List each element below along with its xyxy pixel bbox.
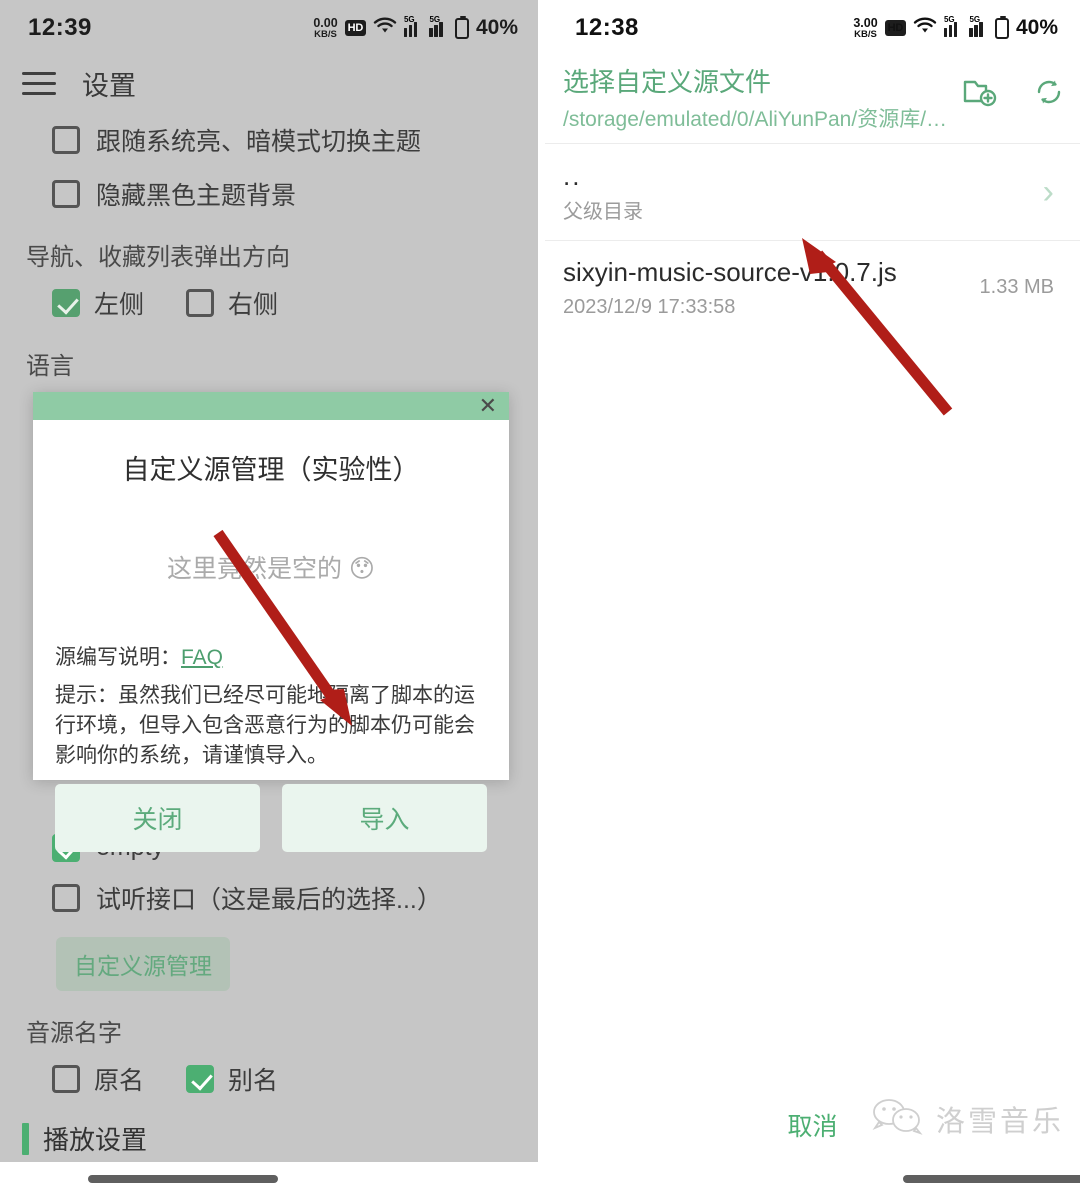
file-item-text: sixyin-music-source-v1.0.7.js 2023/12/9 … [563,257,980,319]
new-folder-icon[interactable] [963,77,997,112]
checkbox-checked[interactable] [52,289,80,317]
battery-icon [454,15,469,39]
custom-source-manage-button[interactable]: 自定义源管理 [56,937,230,991]
checkbox-unchecked[interactable] [52,1065,80,1093]
checkbox-unchecked[interactable] [52,884,80,912]
signal-2-network-type: 5G [429,14,441,24]
file-picker-actions [963,62,1080,113]
file-picker-path: /storage/emulated/0/AliYunPan/资源库/洛雪… [563,108,963,131]
signal-icon-1: 5G [943,15,963,37]
signal-icon-2: 5G [969,15,988,37]
option-original-name[interactable]: 原名 [52,1061,144,1097]
left-app-bar: 设置 [0,56,538,113]
dialog-faq-label: 源编写说明： [55,646,181,669]
option-label: 右侧 [228,291,279,319]
watermark-text: 洛雪音乐 [935,1105,1064,1138]
dialog-warning-note: 提示：虽然我们已经尽可能地隔离了脚本的运行环境，但导入包含恶意行为的脚本仍可能会… [55,684,475,767]
file-item-text: .. 父级目录 [563,160,1043,224]
dialog-close-button[interactable]: 关闭 [55,784,260,853]
group-header-language: 语言 [26,353,74,380]
section-accent-bar [22,1122,29,1155]
status-icons: 3.00 KB/S HD 5G 5G 40% [853,15,1058,40]
signal-icon-2: 5G [429,15,448,37]
checkbox-unchecked[interactable] [52,126,80,154]
file-item-name: sixyin-music-source-v1.0.7.js [563,256,897,287]
faq-link[interactable]: FAQ [181,646,223,669]
network-speed-indicator: 0.00 KB/S [313,17,337,39]
setting-label: 跟随系统亮、暗模式切换主题 [96,128,422,156]
setting-row-preview-api[interactable]: 试听接口（这是最后的选择...） [0,871,538,925]
wechat-icon [870,1096,926,1141]
dialog-faq-line: 源编写说明：FAQ [33,585,509,671]
checkbox-unchecked[interactable] [186,289,215,317]
file-picker-header-text: 选择自定义源文件 /storage/emulated/0/AliYunPan/资… [563,62,963,133]
left-status-bar: 12:39 0.00 KB/S HD 5G 5G 40% [0,0,538,56]
network-speed-value: 0.00 [313,16,338,30]
option-nav-right[interactable]: 右侧 [186,285,278,321]
network-speed-indicator: 3.00 KB/S [853,17,877,39]
network-speed-unit: KB/S [854,28,877,40]
left-phone-settings-screen: 12:39 0.00 KB/S HD 5G 5G 40% 设置 跟随系统亮、暗模… [0,0,538,1162]
file-item-name: .. [563,161,582,191]
list-item[interactable]: sixyin-music-source-v1.0.7.js 2023/12/9 … [545,241,1080,335]
option-label: 原名 [94,1067,145,1095]
hd-icon: HD [344,20,366,36]
option-alias-name[interactable]: 别名 [186,1061,278,1097]
wifi-icon [373,16,397,40]
option-label: 别名 [228,1067,279,1095]
screenshot-root: 12:39 0.00 KB/S HD 5G 5G 40% 设置 跟随系统亮、暗模… [0,0,1080,1199]
network-speed-value: 3.00 [853,16,878,30]
right-gesture-nav-bar[interactable] [903,1175,1080,1183]
refresh-icon[interactable] [1033,76,1065,113]
setting-row-source-name: 原名 别名 [0,1052,538,1106]
dialog-title-bar: ✕ [33,392,509,420]
setting-row-follow-system-theme[interactable]: 跟随系统亮、暗模式切换主题 [0,113,538,167]
option-nav-left[interactable]: 左侧 [52,285,144,321]
left-gesture-nav-bar[interactable] [88,1175,278,1183]
section-title: 播放设置 [43,1125,148,1155]
list-item[interactable]: .. 父级目录 › [545,144,1080,240]
file-item-subtitle: 2023/12/9 17:33:58 [563,295,736,318]
right-status-bar: 12:38 3.00 KB/S HD 5G 5G 40% [545,0,1080,56]
network-speed-unit: KB/S [314,28,337,40]
setting-row-hide-black-theme-bg[interactable]: 隐藏黑色主题背景 [0,167,538,221]
custom-source-dialog: ✕ 自定义源管理（实验性） 这里竟然是空的 😯 源编写说明：FAQ 提示：虽然我… [33,392,509,853]
dialog-empty-state: 这里竟然是空的 😯 [166,555,375,583]
chevron-right-icon: › [1042,172,1054,211]
dialog-import-button[interactable]: 导入 [282,784,487,853]
group-header-nav-direction: 导航、收藏列表弹出方向 [26,244,290,271]
close-icon[interactable]: ✕ [479,395,497,417]
setting-label: 隐藏黑色主题背景 [96,182,297,210]
signal-icon-1: 5G [403,15,423,37]
section-header-play-settings: 播放设置 [0,1106,538,1162]
wifi-icon [913,16,937,40]
checkbox-unchecked[interactable] [52,180,80,208]
dialog-title: 自定义源管理（实验性） [122,455,420,485]
status-time: 12:39 [28,14,92,41]
status-icons: 0.00 KB/S HD 5G 5G 40% [313,15,518,40]
signal-1-network-type: 5G [943,14,955,24]
right-phone-file-picker-screen: 12:38 3.00 KB/S HD 5G 5G 40% 选择自定义源文件 /s… [545,0,1080,1199]
hd-icon: HD [884,20,906,36]
battery-icon [994,15,1009,39]
page-title: 设置 [82,71,136,101]
setting-row-nav-direction: 左侧 右侧 [0,276,538,330]
setting-label: 试听接口（这是最后的选择...） [96,886,442,914]
file-picker-title: 选择自定义源文件 [563,67,772,97]
file-item-subtitle: 父级目录 [563,200,643,223]
option-label: 左侧 [94,291,145,319]
file-picker-header: 选择自定义源文件 /storage/emulated/0/AliYunPan/资… [545,56,1080,143]
battery-percent: 40% [475,16,518,39]
checkbox-checked[interactable] [186,1065,215,1093]
dialog-buttons: 关闭 导入 [33,770,509,853]
hamburger-icon[interactable] [22,72,56,95]
signal-1-network-type: 5G [403,14,415,24]
file-item-size: 1.33 MB [979,276,1054,299]
status-time: 12:38 [575,14,639,41]
battery-percent: 40% [1015,16,1058,39]
signal-2-network-type: 5G [969,14,981,24]
watermark: 洛雪音乐 [870,1096,1064,1141]
group-header-source-name: 音源名字 [26,1020,122,1047]
